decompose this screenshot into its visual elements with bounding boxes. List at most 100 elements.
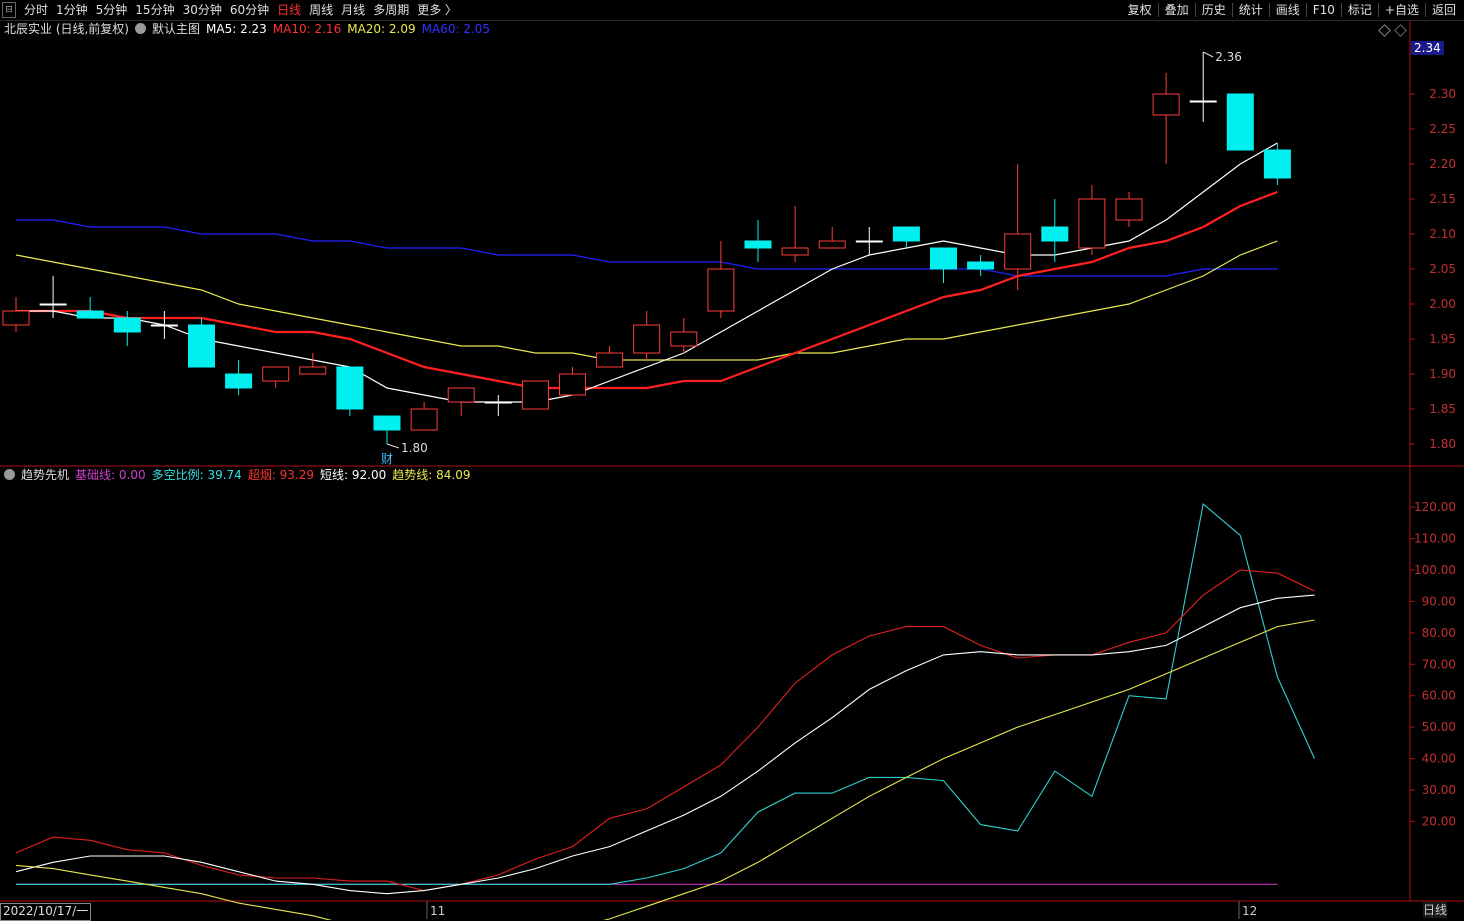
period-tag[interactable]: 日线	[1423, 902, 1448, 918]
indicator-tick-label: 20.00	[1422, 814, 1456, 828]
indicator-name[interactable]: 趋势先机	[21, 468, 69, 482]
overheat-label: 超烟: 93.29	[247, 468, 315, 482]
period-tab-10[interactable]: 更多 〉	[413, 0, 461, 20]
toolbar-separator	[1268, 3, 1270, 17]
ma5-label: MA5: 2.23	[206, 22, 267, 36]
candle-body-down	[225, 373, 253, 389]
base-line-label: 基础线: 0.00	[75, 468, 146, 482]
indicator-menu-icon[interactable]	[4, 469, 15, 480]
action-buttons: 复权 叠加 历史 统计 画线 F10 标记 +自选 返回	[1124, 0, 1460, 20]
trend-line-label: 趋势线: 84.09	[392, 468, 471, 482]
indicator-tick-label: 90.00	[1422, 594, 1456, 608]
candle-body-flat	[484, 401, 512, 404]
action-button-2[interactable]: 历史	[1198, 0, 1230, 20]
price-tick-label: 2.25	[1429, 122, 1456, 136]
ma20-label: MA20: 2.09	[347, 22, 416, 36]
indicator-tick-label: 110.00	[1414, 532, 1456, 546]
settings-dot-icon[interactable]	[135, 23, 146, 34]
price-tick-label: 2.05	[1429, 262, 1456, 276]
high-pointer	[1202, 51, 1214, 58]
template-label[interactable]: 默认主图	[152, 22, 200, 36]
candle-body-down	[1263, 149, 1291, 179]
period-tab-6[interactable]: 日线	[273, 0, 305, 20]
period-tab-5[interactable]: 60分钟	[226, 0, 273, 20]
candle-body-up	[410, 408, 438, 431]
toolbar-separator	[1340, 3, 1342, 17]
candle-body-down	[744, 240, 772, 249]
date-cursor-label: 2022/10/17/一	[0, 903, 92, 921]
period-tabs: ⊟ 分时 1分钟 5分钟 15分钟 30分钟 60分钟 日线 周线 月线 多周期 更多 〉	[0, 0, 461, 20]
candle-body-up	[670, 331, 698, 347]
action-button-6[interactable]: 标记	[1344, 0, 1376, 20]
month-label: 12	[1242, 904, 1257, 918]
price-tick-label: 1.85	[1429, 402, 1456, 416]
month-label: 11	[430, 904, 445, 918]
stock-title[interactable]: 北辰实业 (日线,前复权)	[4, 22, 129, 36]
candle-body-down	[1041, 226, 1069, 242]
trend-line	[15, 619, 1315, 920]
price-tick-label: 2.30	[1429, 87, 1456, 101]
action-button-5[interactable]: F10	[1309, 0, 1339, 20]
period-tab-8[interactable]: 月线	[337, 0, 369, 20]
indicator-tick-label: 40.00	[1422, 752, 1456, 766]
action-button-7[interactable]: +自选	[1381, 0, 1423, 20]
action-button-4[interactable]: 画线	[1272, 0, 1304, 20]
toolbar-separator	[1305, 3, 1307, 17]
price-tick-label: 2.00	[1429, 297, 1456, 311]
candle-body-up	[1078, 198, 1106, 249]
candle-body-down	[1226, 93, 1254, 151]
action-button-1[interactable]: 叠加	[1161, 0, 1193, 20]
low-pointer	[386, 443, 400, 449]
period-tab-3[interactable]: 15分钟	[131, 0, 178, 20]
indicator-tick-label: 80.00	[1422, 626, 1456, 640]
candle-body-down	[967, 261, 995, 270]
candle-body-up	[521, 380, 549, 410]
high-price-label: 2.36	[1215, 50, 1242, 64]
overheat-line	[15, 569, 1315, 892]
candle-body-up	[781, 247, 809, 256]
ma60-label: MA60: 2.05	[421, 22, 491, 36]
indicator-tick-label: 60.00	[1422, 689, 1456, 703]
top-toolbar: ⊟ 分时 1分钟 5分钟 15分钟 30分钟 60分钟 日线 周线 月线 多周期 更多 〉 复权 叠加…	[0, 0, 1464, 21]
candle-body-down	[892, 226, 920, 242]
period-tab-0[interactable]: 分时	[20, 0, 52, 20]
collapse-icon[interactable]: ⊟	[2, 2, 16, 18]
short-line	[15, 594, 1315, 895]
main-legend: 北辰实业 (日线,前复权) 默认主图 MA5: 2.23 MA10: 2.16 MA20…	[4, 21, 496, 37]
candle-body-down	[76, 310, 104, 319]
candle-body-up	[559, 373, 586, 396]
short-line-label: 短线: 92.00	[320, 468, 387, 482]
period-tab-4[interactable]: 30分钟	[179, 0, 226, 20]
current-price-tag: 2.34	[1411, 41, 1444, 55]
finance-event-marker: 财	[381, 452, 393, 466]
toolbar-separator	[1231, 3, 1233, 17]
candle-body-down	[373, 415, 401, 431]
indicator-tick-label: 70.00	[1422, 657, 1456, 671]
indicator-tick-label: 50.00	[1422, 720, 1456, 734]
price-tick-label: 2.20	[1429, 157, 1456, 171]
period-tab-7[interactable]: 周线	[305, 0, 337, 20]
kline-chart-canvas[interactable]: 1.80 1.85 1.90 1.95 2.00 2.05 2.10 2.15 2.20 2.25…	[0, 0, 1464, 920]
candle-body-down	[188, 324, 215, 368]
action-button-0[interactable]: 复权	[1124, 0, 1156, 20]
ma10-label: MA10: 2.16	[272, 22, 342, 36]
price-tick-label: 1.90	[1429, 367, 1456, 381]
candle-body-down	[930, 247, 957, 270]
ratio-line	[16, 502, 1316, 885]
toolbar-separator	[1377, 3, 1379, 17]
action-button-3[interactable]: 统计	[1235, 0, 1267, 20]
candle-body-up	[818, 240, 846, 249]
candle-body-up	[633, 324, 661, 354]
period-tab-2[interactable]: 5分钟	[92, 0, 132, 20]
candle-body-up	[1115, 198, 1143, 221]
action-button-8[interactable]: 返回	[1428, 0, 1460, 20]
candle-body-up	[1152, 93, 1180, 116]
candle-body-up	[1004, 233, 1032, 270]
period-tab-9[interactable]: 多周期	[369, 0, 413, 20]
candle-body-flat	[855, 240, 883, 243]
price-tick-label: 2.10	[1429, 227, 1456, 241]
candle-body-flat	[150, 324, 178, 327]
candle-body-up	[2, 310, 30, 326]
period-tab-1[interactable]: 1分钟	[52, 0, 92, 20]
candle-body-down	[113, 317, 141, 333]
